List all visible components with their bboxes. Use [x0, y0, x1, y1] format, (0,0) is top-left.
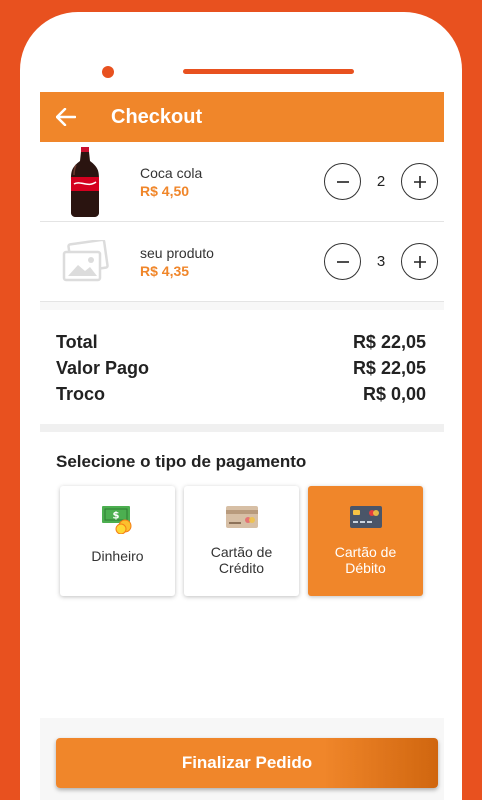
decrease-button[interactable]: [324, 243, 361, 280]
arrow-left-icon: [56, 108, 76, 126]
increase-button[interactable]: [401, 163, 438, 200]
cart-item: Coca cola R$ 4,50 2: [40, 142, 444, 222]
finish-order-button[interactable]: Finalizar Pedido: [56, 738, 438, 788]
product-image: [40, 222, 130, 302]
product-image: [40, 142, 130, 222]
plus-icon: [413, 255, 426, 268]
total-row: Total R$ 22,05: [56, 332, 426, 358]
soda-bottle-icon: [71, 146, 99, 217]
change-value: R$ 0,00: [362, 384, 426, 404]
totals-panel: Total R$ 22,05 Valor Pago R$ 22,05 Troco…: [40, 310, 444, 424]
debit-card-icon: [349, 506, 382, 528]
paid-label: Valor Pago: [56, 358, 150, 378]
increase-button[interactable]: [401, 243, 438, 280]
total-label: Total: [56, 332, 98, 352]
payment-section: Selecione o tipo de pagamento $ Dinheiro: [40, 432, 444, 720]
cash-icon: $: [101, 506, 131, 534]
payment-option-credit[interactable]: Cartão de Crédito: [184, 486, 299, 596]
payment-option-label: Cartão de Crédito: [210, 544, 273, 576]
quantity-value: 3: [376, 253, 386, 270]
quantity-stepper: 2: [324, 163, 438, 200]
bottom-bar: Finalizar Pedido: [40, 718, 444, 800]
back-button[interactable]: [40, 92, 92, 142]
product-name: Coca cola: [140, 164, 203, 181]
camera-dot: [102, 66, 114, 78]
decrease-button[interactable]: [324, 163, 361, 200]
payment-options: $ Dinheiro Cartão de Crédito Cartão de D…: [60, 486, 428, 596]
svg-text:$: $: [112, 511, 119, 522]
payment-title: Selecione o tipo de pagamento: [56, 452, 307, 471]
payment-option-label: Dinheiro: [91, 548, 144, 564]
paid-row: Valor Pago R$ 22,05: [56, 358, 426, 384]
change-label: Troco: [56, 384, 106, 404]
cart-item: seu produto R$ 4,35 3: [40, 222, 444, 302]
app-screen: Checkout Coca cola R$ 4,50 2 seu produto…: [40, 92, 444, 800]
minus-icon: [336, 180, 349, 183]
plus-icon: [413, 175, 426, 188]
quantity-value: 2: [376, 173, 386, 190]
payment-option-label: Cartão de Débito: [334, 544, 397, 576]
page-title: Checkout: [111, 105, 203, 128]
image-placeholder-icon: [62, 239, 109, 281]
cart-list: Coca cola R$ 4,50 2 seu produto R$ 4,35 …: [40, 142, 444, 302]
payment-option-cash[interactable]: $ Dinheiro: [60, 486, 175, 596]
product-name: seu produto: [140, 244, 214, 261]
paid-value: R$ 22,05: [352, 358, 426, 378]
quantity-stepper: 3: [324, 243, 438, 280]
payment-option-debit[interactable]: Cartão de Débito: [308, 486, 423, 596]
product-price: R$ 4,35: [140, 262, 190, 279]
speaker-bar: [183, 69, 354, 74]
minus-icon: [336, 260, 349, 263]
change-row: Troco R$ 0,00: [56, 384, 426, 410]
app-bar: Checkout: [40, 92, 444, 142]
divider: [40, 424, 444, 432]
total-value: R$ 22,05: [352, 332, 426, 352]
credit-card-icon: [225, 506, 258, 528]
product-price: R$ 4,50: [140, 182, 190, 199]
